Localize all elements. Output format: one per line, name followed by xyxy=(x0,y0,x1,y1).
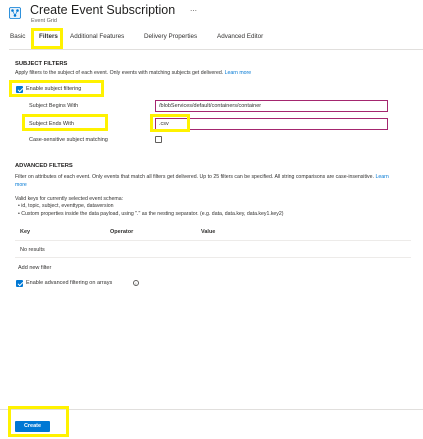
column-value: Value xyxy=(201,229,216,235)
table-divider xyxy=(15,257,411,258)
tab-bar: Basic Filters Additional Features Delive… xyxy=(0,28,423,48)
more-options-icon[interactable]: ⋯ xyxy=(190,7,197,15)
event-grid-icon xyxy=(9,7,21,19)
valid-keys-item: • id, topic, subject, eventtype, dataver… xyxy=(18,203,114,209)
highlight-ends-with-label xyxy=(22,114,108,131)
add-new-filter-link[interactable]: Add new filter xyxy=(18,265,51,271)
table-empty-text: No results xyxy=(20,247,45,253)
tab-delivery-properties[interactable]: Delivery Properties xyxy=(144,33,197,40)
tab-basic[interactable]: Basic xyxy=(10,33,25,40)
subject-begins-with-label: Subject Begins With xyxy=(29,103,79,109)
highlight-filters-tab xyxy=(31,28,63,49)
subject-learn-more-link[interactable]: Learn more xyxy=(225,70,252,76)
tab-advanced-editor[interactable]: Advanced Editor xyxy=(217,33,263,40)
table-divider xyxy=(15,240,411,241)
column-operator: Operator xyxy=(110,229,134,235)
filters-table-header: Key Operator Value xyxy=(15,229,411,239)
subject-filters-description: Apply filters to the subject of each eve… xyxy=(15,70,252,76)
advanced-filters-description: Filter on attributes of each event. Only… xyxy=(15,174,389,188)
page-title: Create Event Subscription xyxy=(30,3,176,17)
case-sensitive-checkbox[interactable] xyxy=(155,136,162,143)
highlight-enable-subject xyxy=(9,80,104,97)
highlight-ends-with-value xyxy=(150,114,190,132)
tab-divider xyxy=(9,49,423,50)
enable-array-filtering-checkbox[interactable] xyxy=(16,280,23,287)
advanced-filters-heading: ADVANCED FILTERS xyxy=(15,163,73,169)
subject-begins-with-input[interactable]: /blobServices/default/containers/contain… xyxy=(155,100,388,112)
enable-array-filtering-label: Enable advanced filtering on arrays xyxy=(26,280,113,286)
page-subtitle: Event Grid xyxy=(31,18,57,24)
valid-keys-item: • Custom properties inside the data payl… xyxy=(18,211,284,217)
highlight-create-button xyxy=(8,406,69,437)
blade-header: Create Event Subscription ⋯ Event Grid xyxy=(9,2,423,24)
case-sensitive-label: Case-sensitive subject matching xyxy=(29,137,108,143)
info-icon[interactable]: i xyxy=(133,280,139,286)
tab-additional-features[interactable]: Additional Features xyxy=(70,33,124,40)
column-key: Key xyxy=(20,229,31,235)
subject-filters-heading: SUBJECT FILTERS xyxy=(15,61,68,67)
